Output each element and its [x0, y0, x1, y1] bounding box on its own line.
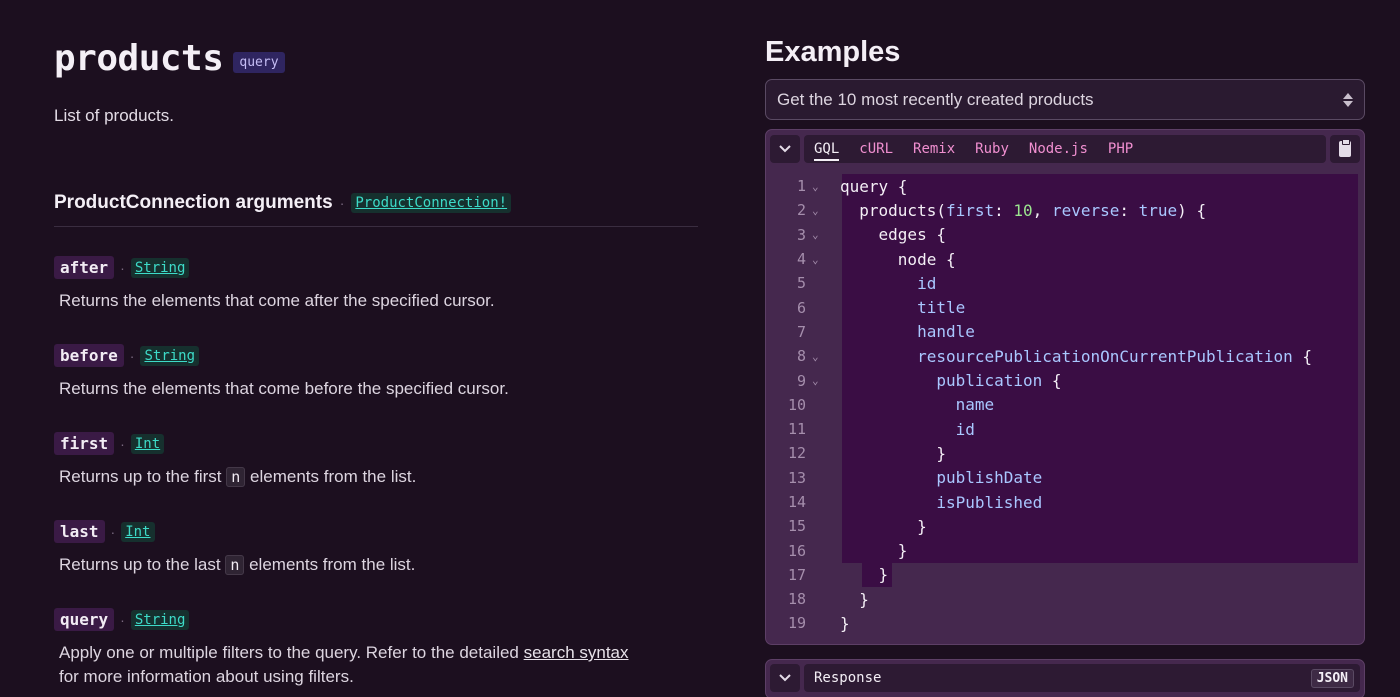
- tab-remix[interactable]: Remix: [913, 141, 955, 157]
- argument-last: last · Int Returns up to the last n elem…: [54, 520, 415, 577]
- code-line: 8 ⌄ resourcePublicationOnCurrentPublicati…: [796, 346, 1313, 366]
- code-line: 18 }: [787, 589, 869, 609]
- code-example-panel: GQL cURL Remix Ruby Node.js PHP 1 ⌄ query …: [765, 129, 1365, 645]
- language-tabs: GQL cURL Remix Ruby Node.js PHP: [804, 135, 1326, 163]
- argument-type-link[interactable]: String: [140, 345, 200, 366]
- code-line: 17 }: [787, 565, 889, 585]
- argument-description: Apply one or multiple filters to the que…: [59, 641, 699, 689]
- description-text: elements from the list.: [250, 467, 417, 486]
- description-text: for more information about using filters…: [59, 667, 354, 686]
- return-type-link[interactable]: ProductConnection!: [351, 193, 512, 213]
- code-line: 3 ⌄ edges {: [796, 225, 946, 245]
- code-line: 16 }: [787, 541, 908, 561]
- argument-name: after: [54, 256, 115, 279]
- code-line: 9 ⌄ publication {: [796, 371, 1062, 391]
- fold-chevron-icon[interactable]: ⌄: [806, 180, 840, 193]
- separator-dot: ·: [129, 347, 135, 364]
- separator-dot: ·: [110, 523, 116, 540]
- code-line: 11 id: [787, 419, 975, 439]
- separator-dot: ·: [339, 195, 345, 211]
- page-description: List of products.: [54, 106, 175, 125]
- clipboard-icon: [1339, 139, 1351, 157]
- reference-column: products query List of products. Product…: [54, 0, 698, 697]
- fold-chevron-icon[interactable]: ⌄: [806, 253, 840, 266]
- code-line: 19}: [787, 613, 850, 633]
- argument-name: before: [54, 344, 124, 367]
- argument-before: before · String Returns the elements tha…: [54, 344, 509, 401]
- argument-type-link[interactable]: String: [130, 257, 190, 278]
- argument-description: Returns up to the last n elements from t…: [59, 553, 415, 577]
- fold-chevron-icon[interactable]: ⌄: [806, 204, 840, 217]
- description-text: Apply one or multiple filters to the que…: [59, 643, 519, 662]
- code-line: 13 publishDate: [787, 468, 1043, 488]
- separator-dot: ·: [120, 435, 125, 452]
- argument-query: query · String Apply one or multiple fil…: [54, 608, 699, 689]
- chevron-down-icon: [779, 145, 791, 153]
- example-select-value: Get the 10 most recently created product…: [777, 89, 1094, 109]
- description-text: Returns up to the first: [59, 467, 222, 486]
- response-toolbar: Response JSON: [770, 664, 1360, 692]
- code-line: 7 handle: [796, 322, 975, 342]
- divider: [54, 226, 698, 227]
- fold-chevron-icon[interactable]: ⌄: [806, 374, 840, 387]
- code-line: 14 isPublished: [787, 492, 1043, 512]
- argument-description: Returns the elements that come before th…: [59, 379, 509, 398]
- argument-name: first: [54, 432, 115, 455]
- argument-name: last: [54, 520, 105, 543]
- argument-type-link[interactable]: String: [130, 609, 190, 630]
- inline-code: n: [225, 555, 245, 575]
- code-line: 15 }: [787, 516, 927, 536]
- description-text: elements from the list.: [249, 555, 416, 574]
- code-line: 2 ⌄ products(first: 10, reverse: true) {: [796, 200, 1207, 220]
- description-text: Returns up to the last: [59, 555, 221, 574]
- response-collapse-button[interactable]: [770, 664, 800, 692]
- argument-first: first · Int Returns up to the first n el…: [54, 432, 416, 489]
- code-line: 1 ⌄ query {: [796, 176, 908, 196]
- tab-nodejs[interactable]: Node.js: [1029, 141, 1088, 157]
- kind-badge: query: [233, 52, 285, 73]
- argument-description: Returns the elements that come after the…: [59, 291, 495, 310]
- tab-curl[interactable]: cURL: [859, 141, 893, 157]
- fold-chevron-icon[interactable]: ⌄: [806, 350, 840, 363]
- response-format-badge: JSON: [1310, 668, 1354, 688]
- tab-php[interactable]: PHP: [1108, 141, 1133, 157]
- code-line: 5 id: [796, 273, 937, 293]
- fold-chevron-icon[interactable]: ⌄: [806, 228, 840, 241]
- collapse-button[interactable]: [770, 135, 800, 163]
- argument-type-link[interactable]: Int: [130, 433, 165, 454]
- argument-type-link[interactable]: Int: [121, 521, 155, 542]
- response-panel: Response JSON: [765, 659, 1365, 697]
- tab-gql[interactable]: GQL: [814, 141, 840, 161]
- separator-dot: ·: [120, 611, 125, 628]
- example-select[interactable]: Get the 10 most recently created product…: [765, 79, 1365, 120]
- examples-title: Examples: [765, 36, 901, 68]
- separator-dot: ·: [120, 259, 125, 276]
- section-title: ProductConnection arguments: [54, 192, 333, 213]
- argument-name: query: [54, 608, 115, 631]
- tab-ruby[interactable]: Ruby: [975, 141, 1009, 157]
- code-line: 12 }: [787, 443, 946, 463]
- code-line: 6 title: [796, 298, 966, 318]
- title-row: products query: [54, 38, 285, 79]
- argument-description: Returns up to the first n elements from …: [59, 465, 416, 489]
- response-label: Response: [814, 670, 882, 686]
- response-header: Response JSON: [804, 664, 1360, 692]
- select-arrows-icon: [1343, 92, 1353, 107]
- search-syntax-link[interactable]: search syntax: [524, 643, 629, 662]
- page-title: products: [54, 38, 224, 79]
- chevron-down-icon: [779, 674, 791, 682]
- copy-button[interactable]: [1330, 135, 1360, 163]
- code-editor[interactable]: 1 ⌄ query { 2 ⌄ products(first: 10, reverse…: [766, 174, 1358, 636]
- inline-code: n: [226, 467, 246, 487]
- code-line: 4 ⌄ node {: [796, 249, 956, 269]
- section-header: ProductConnection arguments · ProductCon…: [54, 192, 512, 214]
- code-line: 10 name: [787, 395, 995, 415]
- code-toolbar: GQL cURL Remix Ruby Node.js PHP: [770, 134, 1360, 164]
- argument-after: after · String Returns the elements that…: [54, 256, 495, 313]
